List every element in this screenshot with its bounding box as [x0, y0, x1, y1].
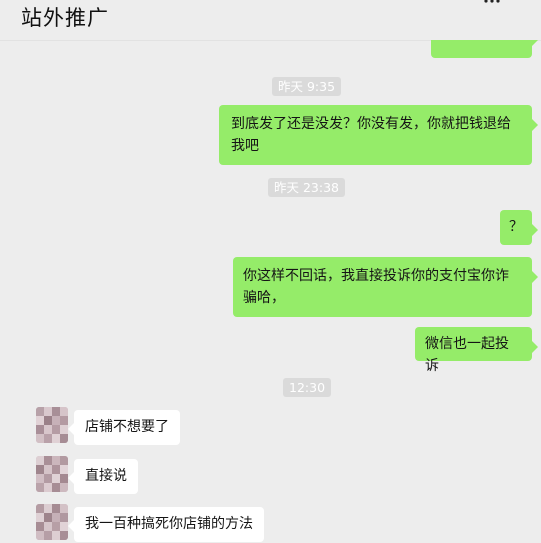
contact-avatar[interactable] — [36, 407, 68, 443]
sent-message-bubble[interactable]: 微信也一起投诉 — [415, 327, 538, 374]
received-message-bubble[interactable]: 店铺不想要了 — [68, 410, 180, 445]
received-message-bubble[interactable]: 直接说 — [68, 459, 138, 494]
contact-avatar[interactable] — [36, 504, 68, 540]
contact-avatar[interactable] — [36, 456, 68, 492]
received-message-bubble[interactable]: 我一百种搞死你店铺的方法 — [68, 507, 264, 542]
chat-header: 站外推广 — [0, 0, 541, 41]
chat-area[interactable]: 昨天 9:35 到底发了还是没发？你没有发，你就把钱退给我吧 昨天 23:38 … — [0, 40, 541, 543]
sent-message-bubble[interactable]: 到底发了还是没发？你没有发，你就把钱退给我吧 — [219, 105, 538, 165]
timestamp: 昨天 9:35 — [272, 77, 342, 96]
timestamp: 昨天 23:38 — [268, 178, 345, 197]
chat-title: 站外推广 — [21, 6, 109, 30]
sent-message-bubble[interactable]: ？ — [500, 210, 538, 245]
previous-message-bubble[interactable] — [431, 40, 538, 58]
sent-message-bubble[interactable]: 你这样不回话，我直接投诉你的支付宝你诈骗哈， — [233, 257, 538, 317]
more-dots-icon[interactable] — [483, 0, 501, 6]
timestamp: 12:30 — [283, 378, 332, 397]
